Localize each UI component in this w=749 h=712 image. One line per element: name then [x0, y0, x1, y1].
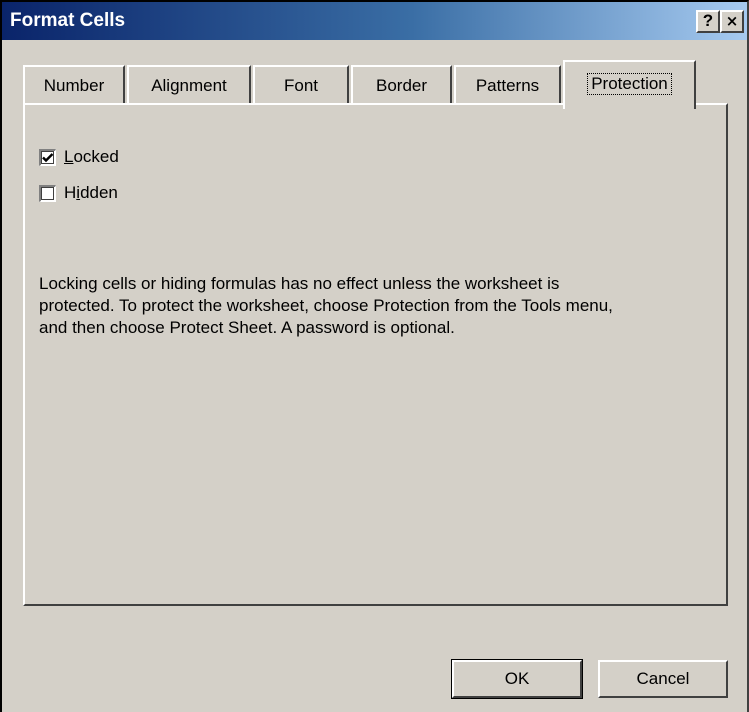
- title-bar[interactable]: Format Cells ? ×: [2, 2, 747, 40]
- locked-option[interactable]: Locked: [39, 146, 119, 168]
- check-mark-icon: [42, 152, 54, 162]
- tab-border[interactable]: Border: [351, 65, 452, 105]
- tab-alignment[interactable]: Alignment: [127, 65, 251, 105]
- ok-button[interactable]: OK: [451, 659, 583, 699]
- tab-patterns-label: Patterns: [475, 76, 540, 95]
- close-button[interactable]: ×: [720, 10, 744, 33]
- tab-number-label: Number: [43, 76, 105, 95]
- protection-panel: Locked Hidden Locking cells or hiding fo…: [23, 103, 728, 606]
- window-title: Format Cells: [10, 10, 126, 31]
- tab-alignment-label: Alignment: [151, 76, 227, 95]
- protection-description: Locking cells or hiding formulas has no …: [39, 274, 613, 337]
- locked-label: Locked: [64, 147, 119, 166]
- locked-checkbox[interactable]: [39, 148, 56, 166]
- tab-font-label: Font: [283, 76, 319, 95]
- tab-protection[interactable]: Protection: [563, 60, 696, 109]
- tab-number[interactable]: Number: [23, 65, 125, 105]
- format-cells-dialog: Format Cells ? × Number Alignment Font B…: [0, 0, 749, 712]
- hidden-label: Hidden: [64, 183, 118, 202]
- tab-font[interactable]: Font: [253, 65, 349, 105]
- tab-border-label: Border: [375, 76, 428, 95]
- hidden-option[interactable]: Hidden: [39, 182, 118, 204]
- tab-patterns[interactable]: Patterns: [454, 65, 561, 105]
- tab-protection-label: Protection: [587, 73, 672, 95]
- cancel-button[interactable]: Cancel: [598, 660, 728, 698]
- help-button[interactable]: ?: [696, 10, 720, 33]
- hidden-checkbox[interactable]: [39, 184, 56, 202]
